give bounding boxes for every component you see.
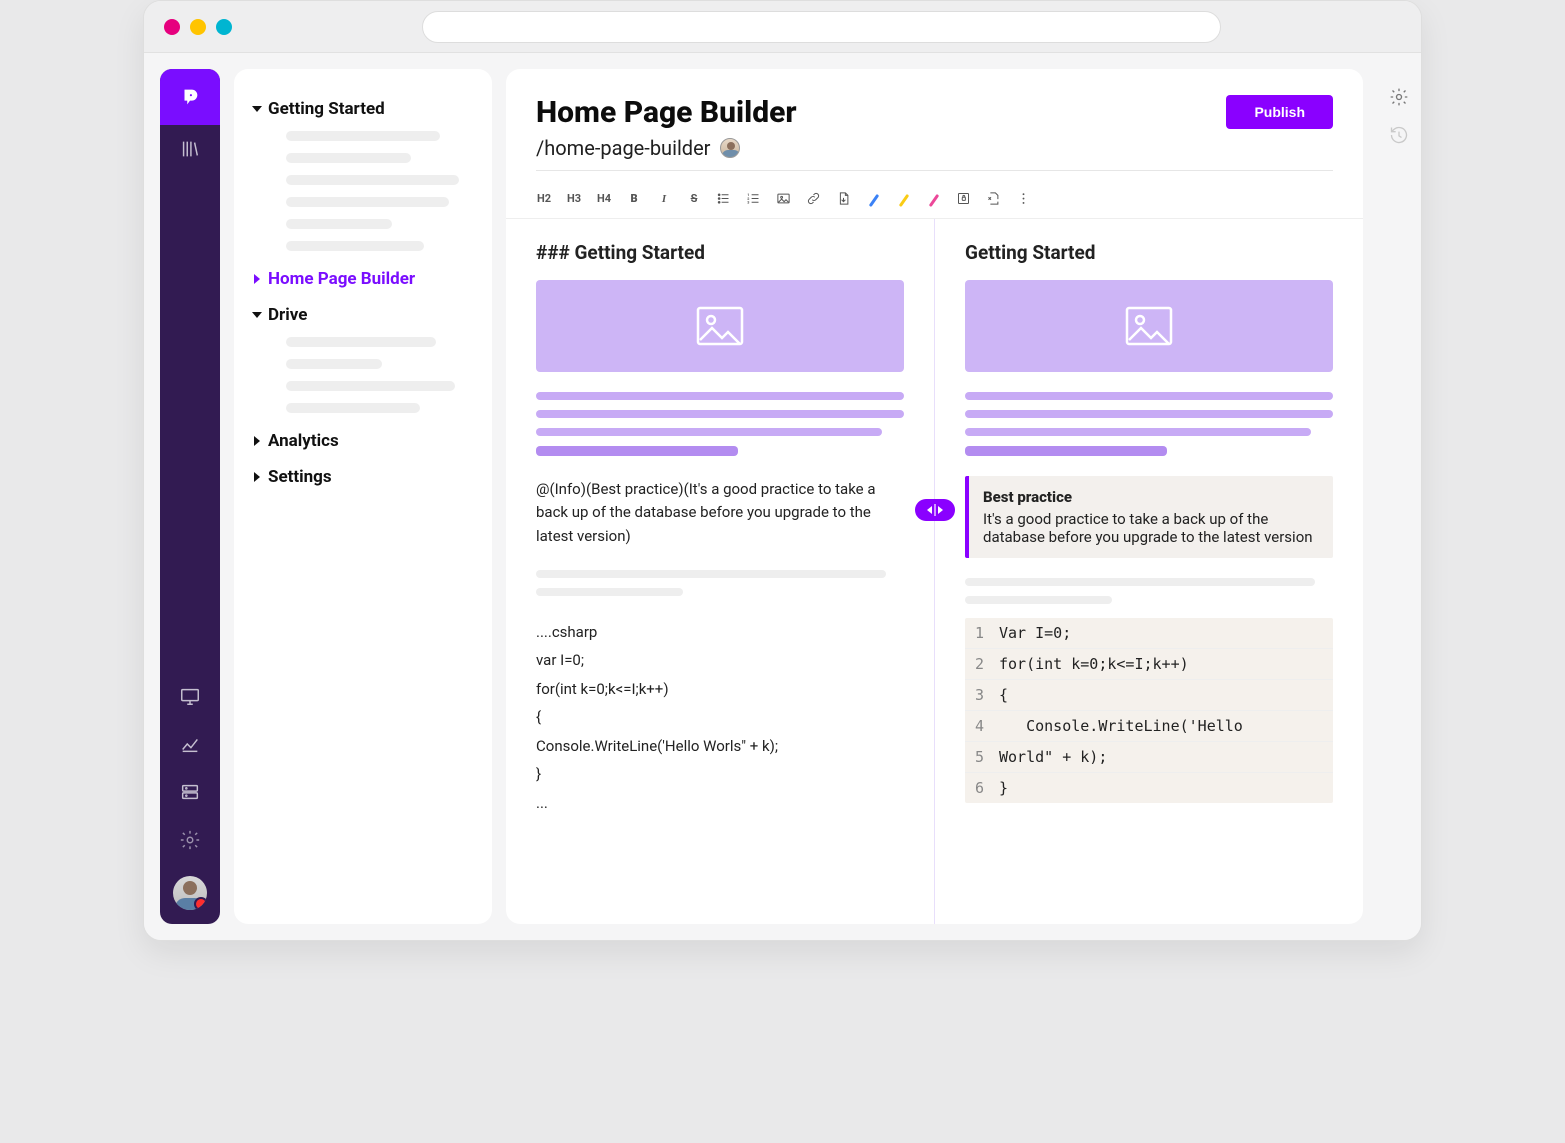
ghost-children [248, 333, 478, 423]
link-button[interactable] [806, 191, 822, 206]
editor-split: ### Getting Started @(Info)(Best practic… [506, 219, 1363, 924]
window-titlebar [144, 1, 1421, 53]
brand-logo[interactable] [160, 69, 220, 125]
image-placeholder-icon [536, 280, 904, 372]
source-pane[interactable]: ### Getting Started @(Info)(Best practic… [506, 219, 934, 924]
user-avatar[interactable] [173, 876, 207, 910]
italic-button[interactable]: I [656, 193, 672, 205]
library-icon[interactable] [160, 125, 220, 173]
more-menu-button[interactable] [1016, 191, 1032, 206]
sidebar-item-label: Home Page Builder [268, 269, 415, 289]
sidebar-item-label: Settings [268, 467, 332, 487]
bold-button[interactable]: B [626, 192, 642, 205]
source-heading: ### Getting Started [536, 241, 904, 264]
sidebar-item-drive[interactable]: Drive [248, 297, 478, 333]
address-bar[interactable] [422, 11, 1221, 43]
server-icon[interactable] [160, 768, 220, 816]
lock-button[interactable] [956, 191, 972, 206]
sidebar-item-getting-started[interactable]: Getting Started [248, 91, 478, 127]
close-dot[interactable] [164, 19, 180, 35]
left-rail [160, 69, 220, 924]
code-source: ....csharp var I=0; for(int k=0;k<=I;k++… [536, 618, 904, 818]
bullet-list-button[interactable] [716, 191, 732, 206]
ghost-children [248, 127, 478, 261]
info-callout: Best practice It's a good practice to ta… [965, 476, 1333, 558]
chevron-right-icon [254, 436, 260, 446]
minimize-dot[interactable] [190, 19, 206, 35]
highlight-pink-button[interactable] [926, 192, 942, 205]
chevron-right-icon [254, 274, 260, 284]
app-window: Getting Started Home Page Builder Drive [143, 0, 1422, 941]
sidebar-tree: Getting Started Home Page Builder Drive [234, 69, 492, 924]
sidebar-item-label: Getting Started [268, 99, 385, 119]
page-header: Home Page Builder Publish /home-page-bui… [506, 69, 1363, 181]
highlight-yellow-button[interactable] [896, 192, 912, 205]
heading3-button[interactable]: H3 [566, 192, 582, 205]
monitor-icon[interactable] [160, 672, 220, 720]
editor-toolbar: H2 H3 H4 B I S 123 [506, 181, 1363, 219]
gear-icon[interactable] [1389, 87, 1409, 107]
chevron-down-icon [252, 312, 262, 318]
chevron-down-icon [252, 106, 262, 112]
sidebar-item-home-page-builder[interactable]: Home Page Builder [248, 261, 478, 297]
info-source-text: @(Info)(Best practice)(It's a good pract… [536, 478, 904, 548]
strikethrough-button[interactable]: S [686, 192, 702, 205]
preview-pane: Getting Started Best practice It's a goo… [935, 219, 1363, 924]
code-preview: 1Var I=0; 2for(int k=0;k<=I;k++) 3{ 4 Co… [965, 618, 1333, 803]
highlight-blue-button[interactable] [866, 192, 882, 205]
page-break-button[interactable] [986, 191, 1002, 206]
rail-settings-icon[interactable] [160, 816, 220, 864]
image-button[interactable] [776, 191, 792, 206]
image-placeholder-icon [965, 280, 1333, 372]
collaborator-avatar[interactable] [720, 138, 740, 158]
pane-divider [934, 219, 935, 924]
main-panel: Home Page Builder Publish /home-page-bui… [506, 69, 1363, 924]
heading2-button[interactable]: H2 [536, 192, 552, 205]
ordered-list-button[interactable]: 123 [746, 191, 762, 206]
zoom-dot[interactable] [216, 19, 232, 35]
sidebar-item-label: Drive [268, 305, 307, 325]
sidebar-item-settings[interactable]: Settings [248, 459, 478, 495]
page-slug[interactable]: /home-page-builder [536, 136, 710, 160]
sidebar-item-analytics[interactable]: Analytics [248, 423, 478, 459]
file-button[interactable] [836, 191, 852, 206]
callout-body: It's a good practice to take a back up o… [983, 510, 1319, 546]
analytics-icon[interactable] [160, 720, 220, 768]
preview-heading: Getting Started [965, 241, 1333, 264]
traffic-lights [164, 19, 232, 35]
split-handle[interactable] [915, 499, 955, 521]
right-rail [1377, 53, 1421, 940]
history-icon[interactable] [1389, 125, 1409, 145]
page-title: Home Page Builder [536, 95, 797, 130]
svg-text:3: 3 [747, 201, 749, 205]
publish-button[interactable]: Publish [1226, 95, 1333, 129]
app-body: Getting Started Home Page Builder Drive [144, 53, 1421, 940]
callout-title: Best practice [983, 488, 1319, 506]
heading4-button[interactable]: H4 [596, 192, 612, 205]
sidebar-item-label: Analytics [268, 431, 339, 451]
chevron-right-icon [254, 472, 260, 482]
